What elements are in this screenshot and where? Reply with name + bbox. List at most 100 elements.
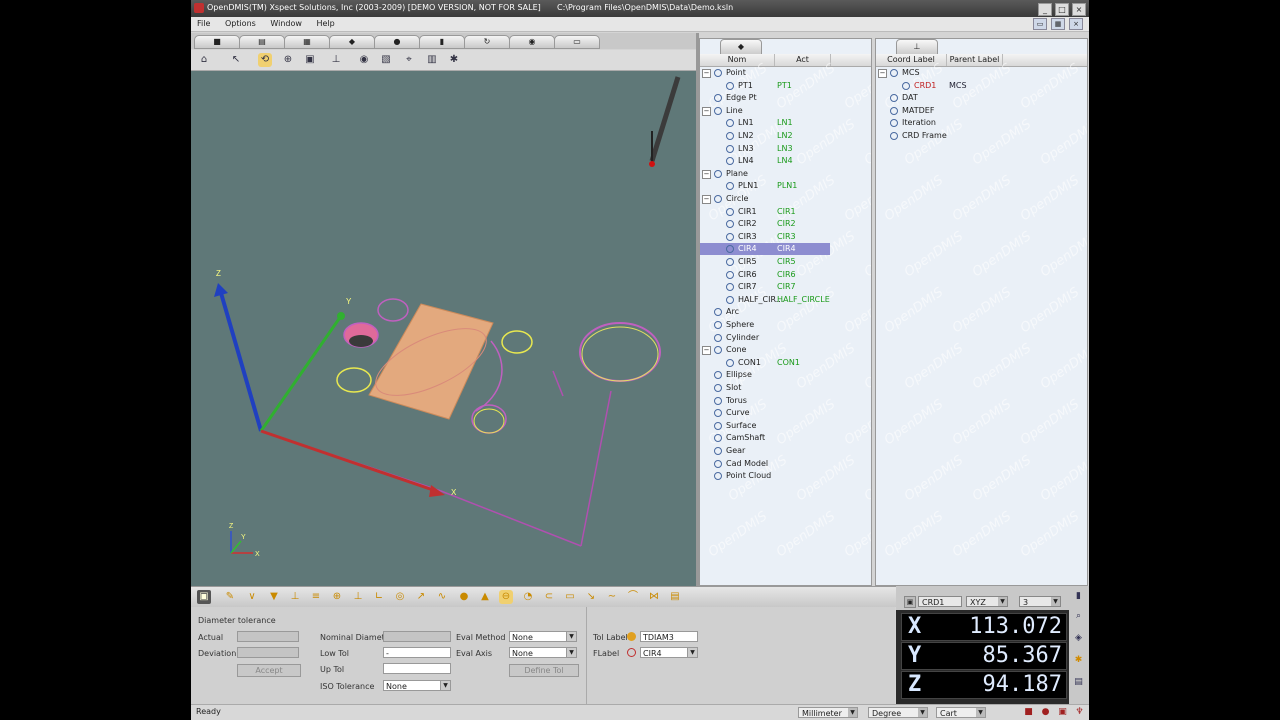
point-tool-icon[interactable]: ✎ xyxy=(223,590,237,604)
probe-side-icon[interactable]: ▮ xyxy=(1073,590,1084,602)
straightness-tool-icon[interactable]: ↗ xyxy=(414,590,428,604)
feature-row[interactable]: CIR6 CIR6 xyxy=(700,269,871,281)
plane-tool-icon[interactable]: ⊥ xyxy=(288,590,302,604)
dro-crd-select[interactable]: CRD1 xyxy=(918,596,962,607)
accept-button[interactable]: Accept xyxy=(237,664,301,677)
collapse-icon[interactable]: − xyxy=(702,106,711,116)
feature-row[interactable]: CIR1 CIR1 xyxy=(700,206,871,218)
layout-icon[interactable]: ▦ xyxy=(1051,18,1065,30)
tab-machine[interactable]: ■ xyxy=(194,35,240,49)
feature-row[interactable]: Sphere xyxy=(700,319,871,331)
feature-row[interactable]: CIR4 CIR4 xyxy=(700,243,830,256)
search-icon[interactable]: ⌕ xyxy=(1073,610,1084,622)
parallel-tool-icon[interactable]: ⋈ xyxy=(647,590,661,604)
render-icon[interactable]: ▧ xyxy=(379,53,393,67)
dro-settings-icon[interactable]: ▣ xyxy=(904,596,916,608)
feature-row[interactable]: Ellipse xyxy=(700,369,871,381)
col-parent-label-header[interactable]: Parent Label xyxy=(947,54,1003,66)
window-close-icon[interactable]: × xyxy=(1069,18,1083,30)
low-tol-field[interactable]: - xyxy=(383,647,451,658)
feature-row[interactable]: Slot xyxy=(700,382,871,394)
coord-tab[interactable]: ⊥ xyxy=(896,39,938,55)
flatness-tool-icon[interactable]: ▭ xyxy=(563,590,577,604)
layers-icon[interactable]: ▤ xyxy=(1073,676,1084,688)
feature-row[interactable]: Surface xyxy=(700,420,871,432)
feature-row[interactable]: CIR5 CIR5 xyxy=(700,256,871,268)
feature-row[interactable]: LN2 LN2 xyxy=(700,130,871,142)
feature-row[interactable]: CON1 CON1 xyxy=(700,357,871,369)
feature-row[interactable]: Curve xyxy=(700,407,871,419)
collapse-icon[interactable]: − xyxy=(702,195,711,204)
profile-tool-icon[interactable]: ∿ xyxy=(435,590,449,604)
stop-icon[interactable]: ■ xyxy=(1023,707,1034,718)
tool-status-icon[interactable]: ♆ xyxy=(1074,707,1085,718)
rotate-icon[interactable]: ⟲ xyxy=(258,53,272,67)
view-eye-icon[interactable]: ◉ xyxy=(357,53,371,67)
coord-row[interactable]: DAT xyxy=(876,92,1087,104)
menu-window[interactable]: Window xyxy=(264,17,308,31)
home-icon[interactable]: ⌂ xyxy=(197,53,211,67)
3d-viewport[interactable]: Z Y X Z X Y xyxy=(191,71,696,586)
distance-tool-icon[interactable]: ⊥ xyxy=(351,590,365,604)
fit-view-icon[interactable]: ▣ xyxy=(303,53,317,67)
circularity-tool-icon[interactable]: ● xyxy=(457,590,471,604)
edge-tool-icon[interactable]: ∨ xyxy=(245,590,259,604)
feature-row[interactable]: Cylinder xyxy=(700,332,871,344)
features-tab[interactable]: ◆ xyxy=(720,39,762,55)
iso-select[interactable]: None ▼ xyxy=(383,680,451,691)
collapse-icon[interactable]: − xyxy=(878,69,887,78)
record-icon[interactable]: ● xyxy=(1040,707,1051,718)
feature-row[interactable]: CIR7 CIR7 xyxy=(700,281,871,293)
feature-row[interactable]: − Plane xyxy=(700,168,871,180)
flabel-select[interactable]: CIR4 ▼ xyxy=(640,647,698,658)
collapse-icon[interactable]: − xyxy=(702,346,711,356)
feature-row[interactable]: PLN1 PLN1 xyxy=(700,180,871,192)
coord-row[interactable]: − MCS xyxy=(876,67,1087,79)
coord-row[interactable]: MATDEF xyxy=(876,105,1087,117)
position-tool-icon[interactable]: ◔ xyxy=(521,590,535,604)
tab-probe[interactable]: ◆ xyxy=(329,35,375,49)
nominal-field[interactable] xyxy=(383,631,451,642)
zoom-icon[interactable]: ⊕ xyxy=(281,53,295,67)
collapse-icon[interactable]: − xyxy=(702,69,711,78)
coord-system-select[interactable]: Cart ▼ xyxy=(936,707,986,718)
feature-row[interactable]: CIR2 CIR2 xyxy=(700,218,871,230)
measure-icon[interactable]: ⌖ xyxy=(402,53,416,67)
feature-row[interactable]: Edge Pt xyxy=(700,92,871,104)
tab-table[interactable]: ▦ xyxy=(284,35,330,49)
feature-row[interactable]: Cad Model xyxy=(700,458,871,470)
feature-row[interactable]: − Circle xyxy=(700,193,871,205)
units-select[interactable]: Millimeter ▼ xyxy=(798,707,858,718)
tab-screen[interactable]: ▭ xyxy=(554,35,600,49)
coord-row[interactable]: Iteration xyxy=(876,117,1087,129)
tab-document[interactable]: ▤ xyxy=(239,35,285,49)
feature-row[interactable]: LN3 LN3 xyxy=(700,143,871,155)
feature-row[interactable]: LN4 LN4 xyxy=(700,155,871,167)
tab-eye[interactable]: ◉ xyxy=(509,35,555,49)
up-tol-field[interactable] xyxy=(383,663,451,674)
maximize-button[interactable]: □ xyxy=(1055,3,1069,16)
actual-field[interactable] xyxy=(237,631,299,642)
eval-axis-select[interactable]: None ▼ xyxy=(509,647,577,658)
probe-mode-icon[interactable]: ▣ xyxy=(197,590,211,604)
feature-row[interactable]: − Point xyxy=(700,67,871,79)
menu-file[interactable]: File xyxy=(191,17,216,31)
feature-row[interactable]: − Cone xyxy=(700,344,871,356)
line-tool-icon[interactable]: ≡ xyxy=(309,590,323,604)
fixture-icon[interactable]: ▣ xyxy=(1057,707,1068,718)
curve-tool-icon[interactable]: ⌒ xyxy=(626,590,640,604)
delete-icon[interactable]: ▥ xyxy=(425,53,439,67)
vector-tool-icon[interactable]: ▼ xyxy=(267,590,281,604)
feature-row[interactable]: HALF_CIR... HALF_CIRCLE xyxy=(700,294,871,306)
shield-icon[interactable]: ◈ xyxy=(1073,632,1084,644)
angle-tool-icon[interactable]: ∟ xyxy=(372,590,386,604)
runout-tool-icon[interactable]: ↘ xyxy=(584,590,598,604)
tab-color[interactable]: ● xyxy=(374,35,420,49)
dro-mode-select[interactable]: XYZ ▼ xyxy=(966,596,1008,607)
feature-row[interactable]: CamShaft xyxy=(700,432,871,444)
restore-icon[interactable]: ▭ xyxy=(1033,18,1047,30)
close-button[interactable]: × xyxy=(1072,3,1086,16)
axes-icon[interactable]: ⊥ xyxy=(329,53,343,67)
tab-tool[interactable]: ▮ xyxy=(419,35,465,49)
feature-row[interactable]: Arc xyxy=(700,306,871,318)
